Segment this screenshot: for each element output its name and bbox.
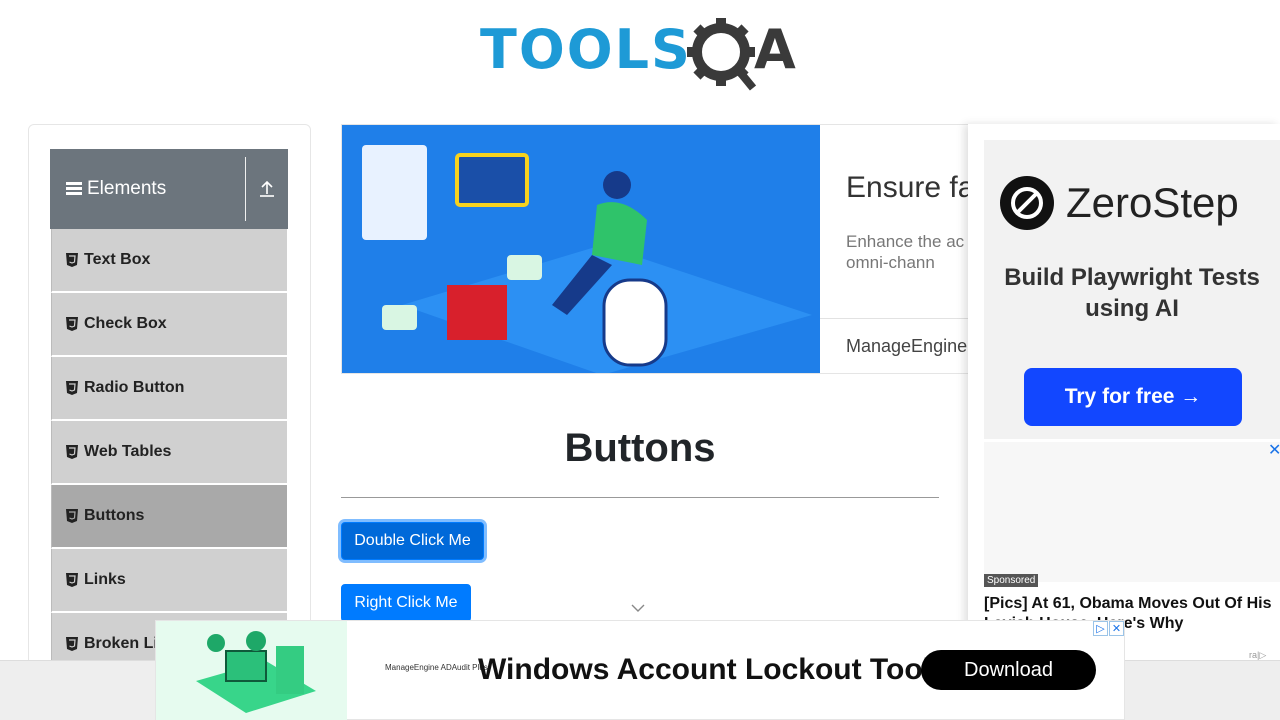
bottom-ad-title: Windows Account Lockout Tool xyxy=(478,653,932,686)
sidebar-item-label: Text Box xyxy=(84,251,151,268)
zerostep-brand: ZeroStep xyxy=(1066,179,1239,226)
page: TOOLS A Elements Text Box Check Box Radi… xyxy=(0,0,1280,720)
zerostep-ad[interactable]: ZeroStep Build Playwright Tests using AI… xyxy=(984,140,1280,439)
sidebar-item-check-box[interactable]: Check Box xyxy=(51,293,287,357)
download-button[interactable]: Download xyxy=(921,650,1096,690)
html5-icon xyxy=(66,509,78,523)
adchoices-icon[interactable]: ▷ xyxy=(1093,621,1108,636)
menu-icon xyxy=(66,182,82,196)
sidebar-item-label: Check Box xyxy=(84,315,167,332)
elements-group-header[interactable]: Elements xyxy=(50,149,288,229)
sidebar-item-label: Links xyxy=(84,571,126,588)
sidebar-item-web-tables[interactable]: Web Tables xyxy=(51,421,287,485)
right-click-button[interactable]: Right Click Me xyxy=(341,584,471,622)
double-click-button[interactable]: Double Click Me xyxy=(341,522,484,560)
collapse-toggle[interactable] xyxy=(246,149,288,229)
svg-text:A: A xyxy=(754,18,796,81)
ad-brand: ManageEngine xyxy=(846,336,968,356)
html5-icon xyxy=(66,445,78,459)
sidebar-item-label: Radio Button xyxy=(84,379,185,396)
title-divider xyxy=(341,497,939,498)
gear-icon xyxy=(687,18,757,91)
group-title-label: Elements xyxy=(87,178,167,199)
svg-text:TOOLS: TOOLS xyxy=(480,18,692,81)
bottom-banner-ad[interactable]: ManageEngine ADAudit Plus Windows Accoun… xyxy=(155,620,1125,720)
sidebar-menu: Text Box Check Box Radio Button Web Tabl… xyxy=(51,229,287,677)
sidebar-item-label: Web Tables xyxy=(84,443,172,460)
group-title: Elements xyxy=(50,178,245,200)
bottom-ad-illustration xyxy=(156,621,347,720)
try-for-free-button[interactable]: Try for free → xyxy=(1024,368,1242,426)
toolsqa-logo[interactable]: TOOLS A xyxy=(480,14,804,92)
sponsored-badge: Sponsored xyxy=(984,574,1039,587)
sidebar-item-buttons[interactable]: Buttons xyxy=(51,485,287,549)
banner-illustration xyxy=(342,125,820,373)
zerostep-tagline: Build Playwright Tests using AI xyxy=(1004,264,1260,322)
sidebar-item-label: Broken Li xyxy=(84,635,158,652)
close-icon[interactable]: ✕ xyxy=(1268,440,1280,460)
right-side-ad: ZeroStep Build Playwright Tests using AI… xyxy=(968,124,1280,664)
html5-icon xyxy=(66,317,78,331)
html5-icon xyxy=(66,573,78,587)
html5-icon xyxy=(66,381,78,395)
page-title: Buttons xyxy=(564,426,716,470)
zerostep-mark-icon xyxy=(1000,176,1054,230)
zerostep-logo: ZeroStep xyxy=(1000,176,1239,230)
html5-icon xyxy=(66,637,78,651)
sidebar-item-text-box[interactable]: Text Box xyxy=(51,229,287,293)
bottom-ad-brand: ManageEngine ADAudit Plus xyxy=(385,663,488,672)
arrow-up-icon xyxy=(260,180,274,197)
html5-icon xyxy=(66,253,78,267)
sponsored-image[interactable] xyxy=(984,442,1280,582)
ad-headline: Ensure fa xyxy=(846,171,975,204)
sidebar-item-radio-button[interactable]: Radio Button xyxy=(51,357,287,421)
close-icon[interactable]: ✕ xyxy=(1109,621,1124,636)
sidebar-item-label: Buttons xyxy=(84,507,145,524)
sidebar-item-links[interactable]: Links xyxy=(51,549,287,613)
chevron-down-icon[interactable] xyxy=(631,603,645,613)
logo-graphic: TOOLS A xyxy=(480,18,796,91)
